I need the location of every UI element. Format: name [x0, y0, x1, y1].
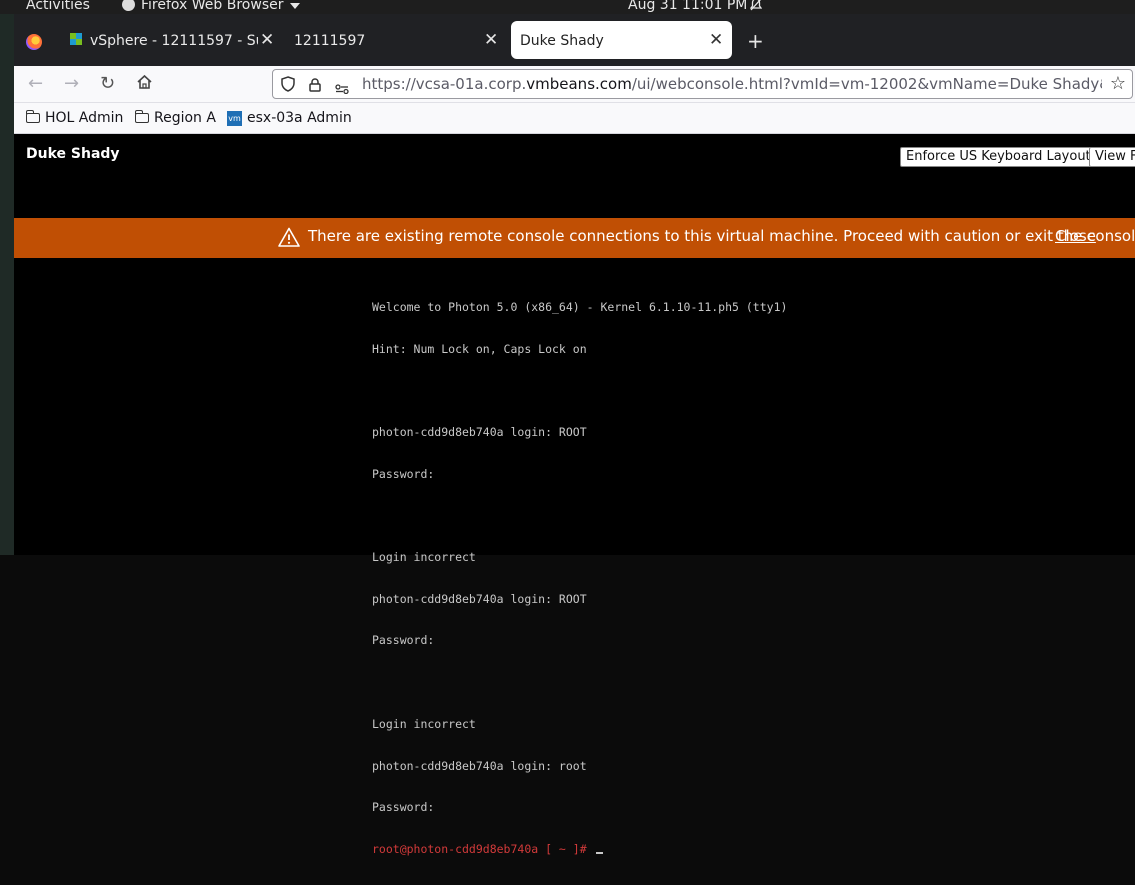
bookmarks-bar: HOL Admin Region A vm esx-03a Admin — [14, 103, 1135, 134]
tab-bar: vSphere - 12111597 - Summary ✕ 12111597 … — [14, 14, 1135, 66]
terminal-line: photon-cdd9d8eb740a login: ROOT — [372, 424, 587, 439]
caret-down-icon — [289, 3, 300, 9]
new-tab-button[interactable]: + — [747, 29, 764, 53]
firefox-app-icon — [122, 0, 135, 11]
bookmark-label: Region A — [154, 110, 216, 126]
tab-12111597[interactable]: 12111597 ✕ — [278, 21, 506, 59]
vm-icon: vm — [227, 110, 242, 126]
activities-button[interactable]: Activities — [26, 0, 90, 13]
bookmark-region-a[interactable]: Region A — [134, 110, 216, 126]
terminal-line: Login incorrect — [372, 550, 476, 565]
tab-vsphere[interactable]: vSphere - 12111597 - Summary ✕ — [58, 21, 278, 59]
bookmark-hol-admin[interactable]: HOL Admin — [25, 110, 124, 126]
text-cursor — [595, 851, 603, 854]
back-button[interactable]: ← — [28, 73, 43, 94]
banner-message: There are existing remote console connec… — [308, 227, 1135, 245]
permissions-icon[interactable] — [335, 79, 349, 95]
close-tab-icon[interactable]: ✕ — [709, 30, 723, 50]
url-text[interactable]: https://vcsa-01a.corp.vmbeans.com/ui/web… — [362, 75, 1102, 93]
terminal-line: Hint: Num Lock on, Caps Lock on — [372, 341, 587, 356]
url-bar[interactable]: https://vcsa-01a.corp.vmbeans.com/ui/web… — [272, 69, 1133, 99]
terminal-screen[interactable]: Welcome to Photon 5.0 (x86_64) - Kernel … — [372, 273, 787, 885]
vsphere-icon — [70, 33, 82, 45]
shield-icon[interactable] — [281, 76, 295, 92]
folder-icon — [134, 110, 149, 123]
firefox-view-icon[interactable] — [26, 34, 42, 50]
terminal-line: photon-cdd9d8eb740a login: root — [372, 758, 587, 773]
enforce-keyboard-button[interactable]: Enforce US Keyboard Layout — [900, 147, 1097, 167]
clock[interactable]: Aug 31 11:01 PM — [628, 0, 747, 13]
view-fullscreen-button[interactable]: View F — [1089, 147, 1135, 167]
close-tab-icon[interactable]: ✕ — [260, 30, 274, 50]
terminal-line: photon-cdd9d8eb740a login: ROOT — [372, 591, 587, 606]
tab-label: Duke Shady — [520, 33, 604, 49]
app-menu[interactable]: Firefox Web Browser — [122, 0, 300, 13]
terminal-line: Welcome to Photon 5.0 (x86_64) - Kernel … — [372, 299, 788, 314]
vm-name-title: Duke Shady — [26, 146, 120, 162]
terminal-line: Password: — [372, 466, 435, 481]
terminal-line: Login incorrect — [372, 716, 476, 731]
tab-duke-shady[interactable]: Duke Shady ✕ — [511, 21, 732, 59]
forward-button[interactable]: → — [64, 73, 79, 94]
dock-strip — [0, 14, 14, 555]
tab-label: vSphere - 12111597 - Summary — [90, 33, 258, 49]
reload-button[interactable]: ↻ — [100, 73, 115, 94]
warning-banner: There are existing remote console connec… — [14, 218, 1135, 258]
gnome-top-bar: Activities Firefox Web Browser Aug 31 11… — [0, 0, 1135, 14]
folder-icon — [25, 110, 40, 123]
nav-bar: ← → ↻ https://vcsa-01a.corp.vmbeans.com/… — [14, 66, 1135, 103]
bookmark-star-icon[interactable]: ☆ — [1110, 73, 1126, 94]
lock-icon[interactable] — [309, 77, 321, 92]
web-console[interactable]: Duke Shady Enforce US Keyboard Layout Vi… — [14, 134, 1135, 856]
terminal-line: Password: — [372, 800, 435, 815]
terminal-prompt-line: root@photon-cdd9d8eb740a [ ~ ]# — [372, 841, 787, 857]
warning-icon — [278, 227, 300, 247]
bookmark-label: esx-03a Admin — [247, 110, 352, 126]
shell-prompt: root@photon-cdd9d8eb740a [ ~ ]# — [372, 841, 594, 856]
tab-label: 12111597 — [294, 33, 366, 49]
terminal-line: Password: — [372, 633, 435, 648]
bookmark-label: HOL Admin — [45, 110, 124, 126]
notifications-muted-icon[interactable] — [749, 0, 763, 15]
home-button[interactable] — [136, 74, 153, 95]
banner-close-link[interactable]: Close — [1055, 227, 1096, 245]
bookmark-esx-03a-admin[interactable]: vm esx-03a Admin — [227, 110, 352, 126]
close-tab-icon[interactable]: ✕ — [484, 30, 498, 50]
app-menu-label: Firefox Web Browser — [141, 0, 284, 13]
